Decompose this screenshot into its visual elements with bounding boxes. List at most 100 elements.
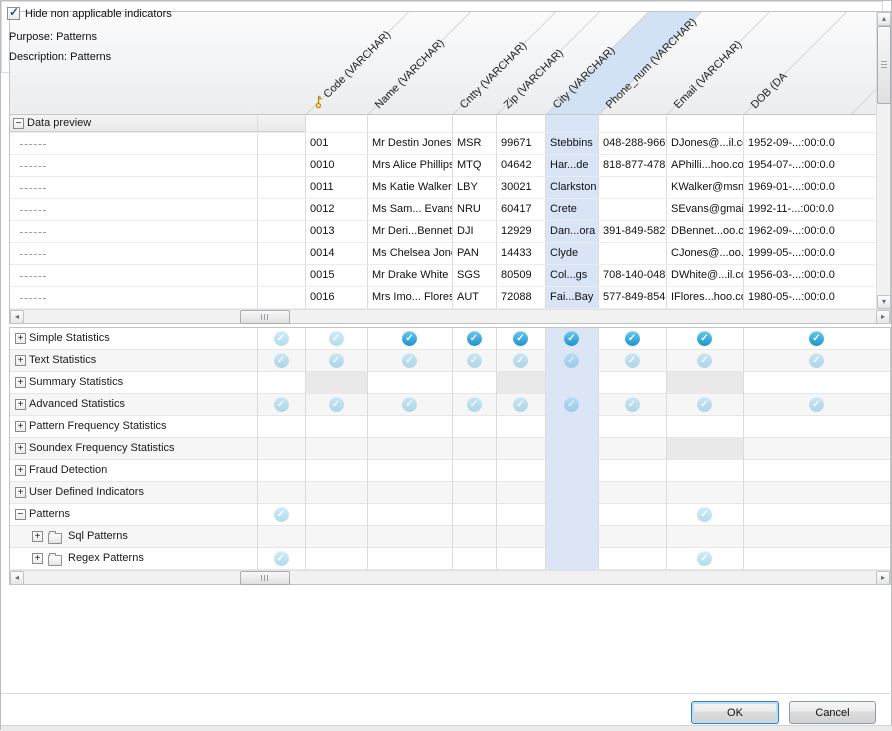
indicator-cell[interactable]: ✓ [545, 350, 598, 372]
indicator-row[interactable]: +Pattern Frequency Statistics [10, 416, 890, 438]
indicator-cell[interactable]: ✓ [452, 350, 496, 372]
expander-icon[interactable]: + [15, 421, 26, 432]
expander-icon[interactable]: + [15, 443, 26, 454]
indicator-cell[interactable]: ✓ [598, 328, 666, 350]
collapse-expander-icon[interactable]: − [13, 118, 24, 129]
indicator-check-icon[interactable]: ✓ [564, 331, 579, 346]
indicator-label[interactable]: Advanced Statistics [29, 398, 125, 410]
data-preview-row[interactable]: −Data preview [10, 115, 890, 133]
indicator-cell[interactable] [367, 548, 452, 570]
indicator-check-icon[interactable]: ✓ [329, 397, 344, 412]
indicator-check-icon[interactable]: ✓ [402, 397, 417, 412]
indicator-cell[interactable] [305, 460, 367, 482]
indicator-cell[interactable] [666, 372, 743, 394]
indicator-cell[interactable] [743, 416, 890, 438]
scroll-left-button[interactable]: ◂ [10, 310, 24, 324]
indicator-cell[interactable] [367, 372, 452, 394]
scroll-thumb[interactable] [240, 571, 290, 585]
indicator-check-icon[interactable]: ✓ [625, 397, 640, 412]
indicator-cell[interactable] [496, 416, 545, 438]
indicator-cell[interactable]: ✓ [496, 328, 545, 350]
indicator-cell[interactable]: ✓ [666, 350, 743, 372]
column-header-label[interactable]: Email (VARCHAR) [670, 37, 746, 113]
indicator-check-icon[interactable]: ✓ [513, 397, 528, 412]
indicator-cell[interactable] [545, 416, 598, 438]
indicator-cell[interactable] [666, 526, 743, 548]
indicator-cell[interactable] [452, 504, 496, 526]
indicator-cell[interactable]: ✓ [496, 394, 545, 416]
indicator-cell[interactable] [598, 548, 666, 570]
indicator-cell[interactable] [452, 372, 496, 394]
indicator-check-icon[interactable]: ✓ [697, 331, 712, 346]
indicator-cell[interactable]: ✓ [666, 504, 743, 526]
indicator-cell[interactable] [743, 372, 890, 394]
indicator-cell[interactable] [367, 526, 452, 548]
scroll-left-button[interactable]: ◂ [10, 571, 24, 585]
cancel-button[interactable]: Cancel [789, 701, 876, 724]
indicator-cell[interactable] [452, 438, 496, 460]
hide-non-applicable-checkbox[interactable]: ✓ [7, 7, 20, 20]
indicator-cell[interactable] [545, 526, 598, 548]
indicator-row[interactable]: ✓✓✓✓✓✓✓✓✓+Advanced Statistics [10, 394, 890, 416]
indicator-cell[interactable] [496, 526, 545, 548]
indicator-cell[interactable]: ✓ [666, 394, 743, 416]
indicator-label[interactable]: Summary Statistics [29, 376, 123, 388]
indicator-cell[interactable] [598, 460, 666, 482]
indicator-cell[interactable]: ✓ [305, 328, 367, 350]
indicator-label[interactable]: Patterns [29, 508, 70, 520]
indicator-label[interactable]: Soundex Frequency Statistics [29, 442, 175, 454]
indicator-cell[interactable] [496, 438, 545, 460]
indicator-cell[interactable] [598, 416, 666, 438]
expander-icon[interactable]: + [15, 333, 26, 344]
indicator-cell[interactable] [496, 548, 545, 570]
indicator-label[interactable]: Pattern Frequency Statistics [29, 420, 167, 432]
indicator-cell[interactable] [257, 438, 305, 460]
indicator-cell[interactable] [367, 460, 452, 482]
scroll-right-button[interactable]: ▸ [876, 310, 890, 324]
indicator-check-icon[interactable]: ✓ [625, 353, 640, 368]
scroll-down-button[interactable]: ▾ [877, 295, 891, 309]
indicator-cell[interactable] [452, 482, 496, 504]
indicator-cell[interactable]: ✓ [743, 394, 890, 416]
indicator-check-icon[interactable]: ✓ [467, 331, 482, 346]
indicator-cell[interactable] [545, 482, 598, 504]
indicator-cell[interactable]: ✓ [305, 394, 367, 416]
indicator-cell[interactable] [257, 526, 305, 548]
indicator-cell[interactable] [305, 416, 367, 438]
indicator-check-icon[interactable]: ✓ [697, 507, 712, 522]
indicator-check-icon[interactable]: ✓ [274, 507, 289, 522]
preview-vertical-scrollbar[interactable]: ▴ ▾ [876, 12, 890, 309]
indicator-cell[interactable] [305, 372, 367, 394]
indicator-check-icon[interactable]: ✓ [513, 353, 528, 368]
indicator-cell[interactable] [666, 416, 743, 438]
scroll-thumb[interactable] [240, 310, 290, 324]
indicator-cell[interactable] [545, 438, 598, 460]
ok-button[interactable]: OK [691, 701, 779, 724]
indicator-cell[interactable]: ✓ [367, 350, 452, 372]
indicator-cell[interactable]: ✓ [545, 328, 598, 350]
preview-horizontal-scrollbar[interactable]: ◂ ▸ [10, 309, 890, 323]
indicator-label[interactable]: Regex Patterns [68, 552, 144, 564]
expander-icon[interactable]: + [15, 487, 26, 498]
column-header-label[interactable]: DOB (DA [747, 69, 791, 113]
indicator-label[interactable]: Text Statistics [29, 354, 96, 366]
indicator-check-icon[interactable]: ✓ [274, 551, 289, 566]
indicator-cell[interactable]: ✓ [496, 350, 545, 372]
indicator-cell[interactable]: ✓ [305, 350, 367, 372]
indicator-cell[interactable]: ✓ [743, 350, 890, 372]
expander-icon[interactable]: + [32, 553, 43, 564]
indicator-cell[interactable] [452, 548, 496, 570]
indicator-cell[interactable] [257, 482, 305, 504]
indicator-cell[interactable] [545, 460, 598, 482]
indicator-cell[interactable]: ✓ [257, 504, 305, 526]
indicator-check-icon[interactable]: ✓ [809, 353, 824, 368]
indicator-cell[interactable] [257, 416, 305, 438]
indicator-cell[interactable] [496, 482, 545, 504]
indicator-check-icon[interactable]: ✓ [697, 353, 712, 368]
indicator-check-icon[interactable]: ✓ [697, 551, 712, 566]
indicator-cell[interactable] [452, 416, 496, 438]
indicator-cell[interactable]: ✓ [598, 350, 666, 372]
indicator-label[interactable]: User Defined Indicators [29, 486, 144, 498]
scroll-thumb[interactable] [877, 26, 891, 104]
indicator-row[interactable]: +Fraud Detection [10, 460, 890, 482]
